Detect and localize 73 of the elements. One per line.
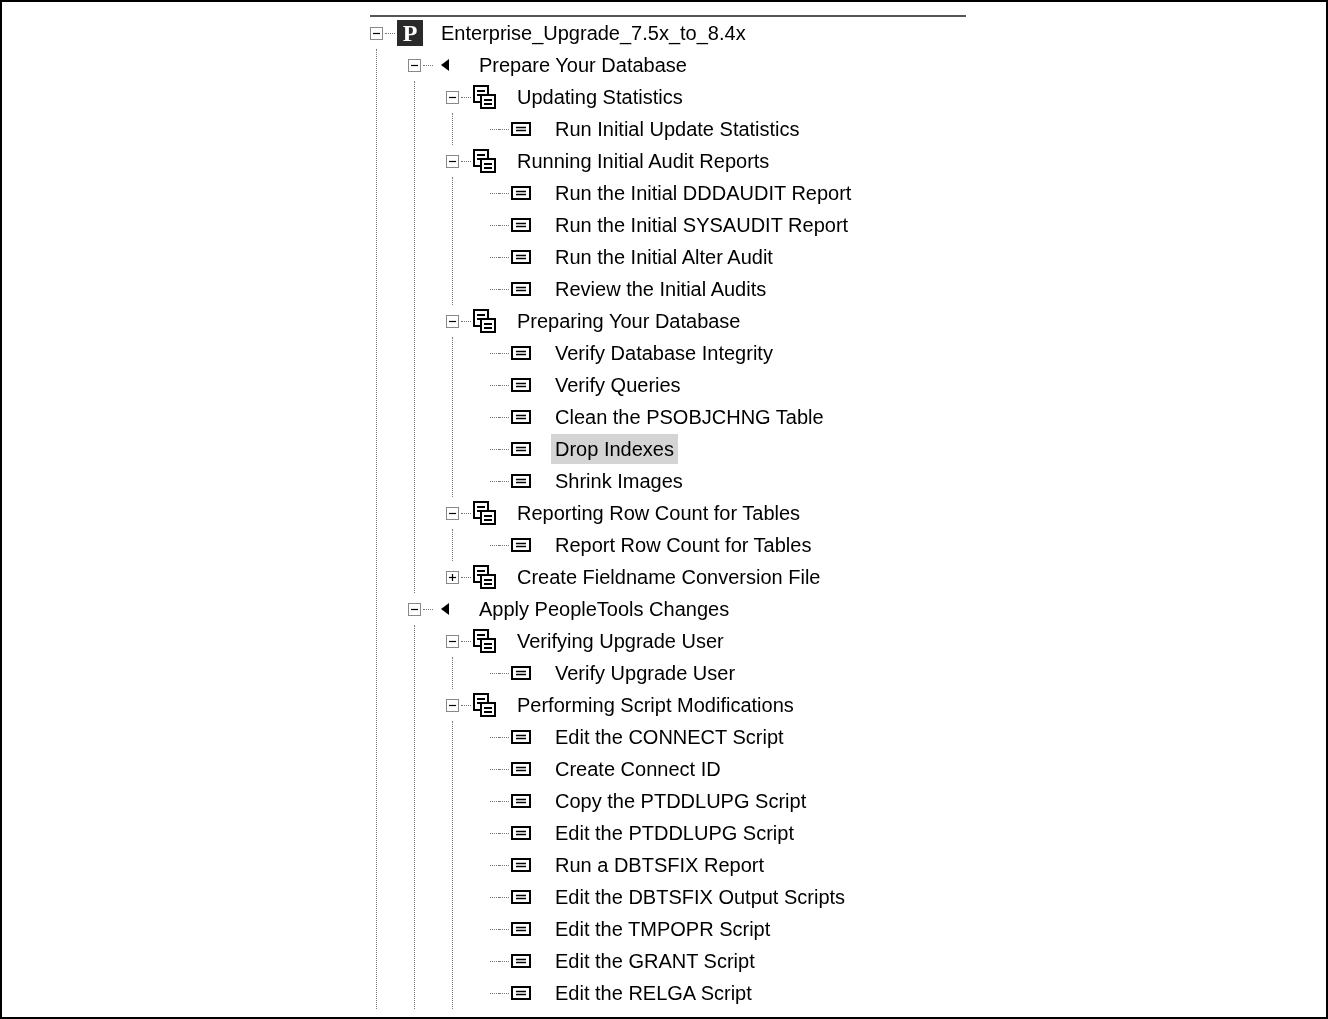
page-icon (511, 858, 531, 872)
stacked-pages-icon (473, 693, 496, 717)
page-icon (511, 538, 531, 552)
tree-item-label[interactable]: Run the Initial Alter Audit (551, 242, 777, 272)
tree-item-label[interactable]: Apply PeopleTools Changes (475, 594, 734, 624)
stacked-pages-icon (473, 85, 496, 109)
page-icon (511, 346, 531, 360)
page-icon (511, 474, 531, 488)
collapse-toggle[interactable] (446, 90, 459, 104)
tree-item-label[interactable]: Verify Queries (551, 370, 685, 400)
tree-item-label[interactable]: Report Row Count for Tables (551, 530, 816, 560)
collapse-toggle[interactable] (446, 698, 459, 712)
page-icon (511, 442, 531, 456)
tree-item-label[interactable]: Edit the PTDDLUPG Script (551, 818, 798, 848)
tree-item-label[interactable]: Updating Statistics (513, 82, 687, 112)
collapse-toggle[interactable] (408, 602, 421, 616)
tree-item-label[interactable]: Review the Initial Audits (551, 274, 771, 304)
collapse-toggle[interactable] (370, 26, 383, 40)
tree-item-label[interactable]: Copy the PTDDLUPG Script (551, 786, 811, 816)
tree-item-label[interactable]: Verify Database Integrity (551, 338, 777, 368)
page-icon (511, 794, 531, 808)
tree-item-label[interactable]: Shrink Images (551, 466, 687, 496)
tree-item-label[interactable]: Create Connect ID (551, 754, 725, 784)
tree-item-label[interactable]: Edit the RELGA Script (551, 978, 756, 1008)
tree-item-label[interactable]: Verify Upgrade User (551, 658, 740, 688)
tree-item-label[interactable]: Performing Script Modifications (513, 690, 798, 720)
tree-item-label[interactable]: Create Fieldname Conversion File (513, 562, 825, 592)
page-icon (511, 250, 531, 264)
stacked-pages-icon (473, 565, 496, 589)
tree-item-label[interactable]: Drop Indexes (551, 434, 678, 464)
tree-item-label[interactable]: Reporting Row Count for Tables (513, 498, 805, 528)
collapse-toggle[interactable] (446, 634, 459, 648)
collapse-toggle[interactable] (446, 506, 459, 520)
stacked-pages-icon (473, 149, 496, 173)
tree-item-label[interactable]: Edit the TMPOPR Script (551, 914, 775, 944)
page-icon (511, 282, 531, 296)
collapse-toggle[interactable] (446, 314, 459, 328)
stacked-pages-icon (473, 629, 496, 653)
page-icon (511, 922, 531, 936)
page-icon (511, 410, 531, 424)
stacked-pages-icon (473, 309, 496, 333)
page-icon (511, 122, 531, 136)
page-icon (511, 762, 531, 776)
page-icon (511, 954, 531, 968)
expand-toggle[interactable] (446, 570, 459, 584)
tree-item-label[interactable]: Clean the PSOBJCHNG Table (551, 402, 828, 432)
page-icon (511, 890, 531, 904)
collapse-toggle[interactable] (446, 154, 459, 168)
logo-icon: P (397, 20, 423, 46)
tree-item-label[interactable]: Run the Initial DDDAUDIT Report (551, 178, 856, 208)
triangle-icon (441, 603, 449, 615)
plus-icon (448, 572, 457, 582)
page-icon (511, 826, 531, 840)
page-icon (511, 986, 531, 1000)
page-icon (511, 186, 531, 200)
page-icon (511, 666, 531, 680)
tree-item-label[interactable]: Edit the GRANT Script (551, 946, 759, 976)
tree-item-label[interactable]: Run Initial Update Statistics (551, 114, 804, 144)
page-icon (511, 730, 531, 744)
collapse-toggle[interactable] (408, 58, 421, 72)
tree-item-label[interactable]: Edit the CONNECT Script (551, 722, 788, 752)
tree-item-label[interactable]: Edit the DBTSFIX Output Scripts (551, 882, 850, 912)
tree-item-label[interactable]: Prepare Your Database (475, 50, 691, 80)
page-icon (511, 218, 531, 232)
tree-item-label[interactable]: Run the Initial SYSAUDIT Report (551, 210, 853, 240)
stacked-pages-icon (473, 501, 496, 525)
page-icon (511, 378, 531, 392)
tree-item-label[interactable]: Run a DBTSFIX Report (551, 850, 768, 880)
tree-item-label[interactable]: Enterprise_Upgrade_7.5x_to_8.4x (437, 18, 750, 48)
tree-item-label[interactable]: Verifying Upgrade User (513, 626, 728, 656)
triangle-icon (441, 59, 449, 71)
tree-item-label[interactable]: Preparing Your Database (513, 306, 745, 336)
tree-item-label[interactable]: Running Initial Audit Reports (513, 146, 774, 176)
